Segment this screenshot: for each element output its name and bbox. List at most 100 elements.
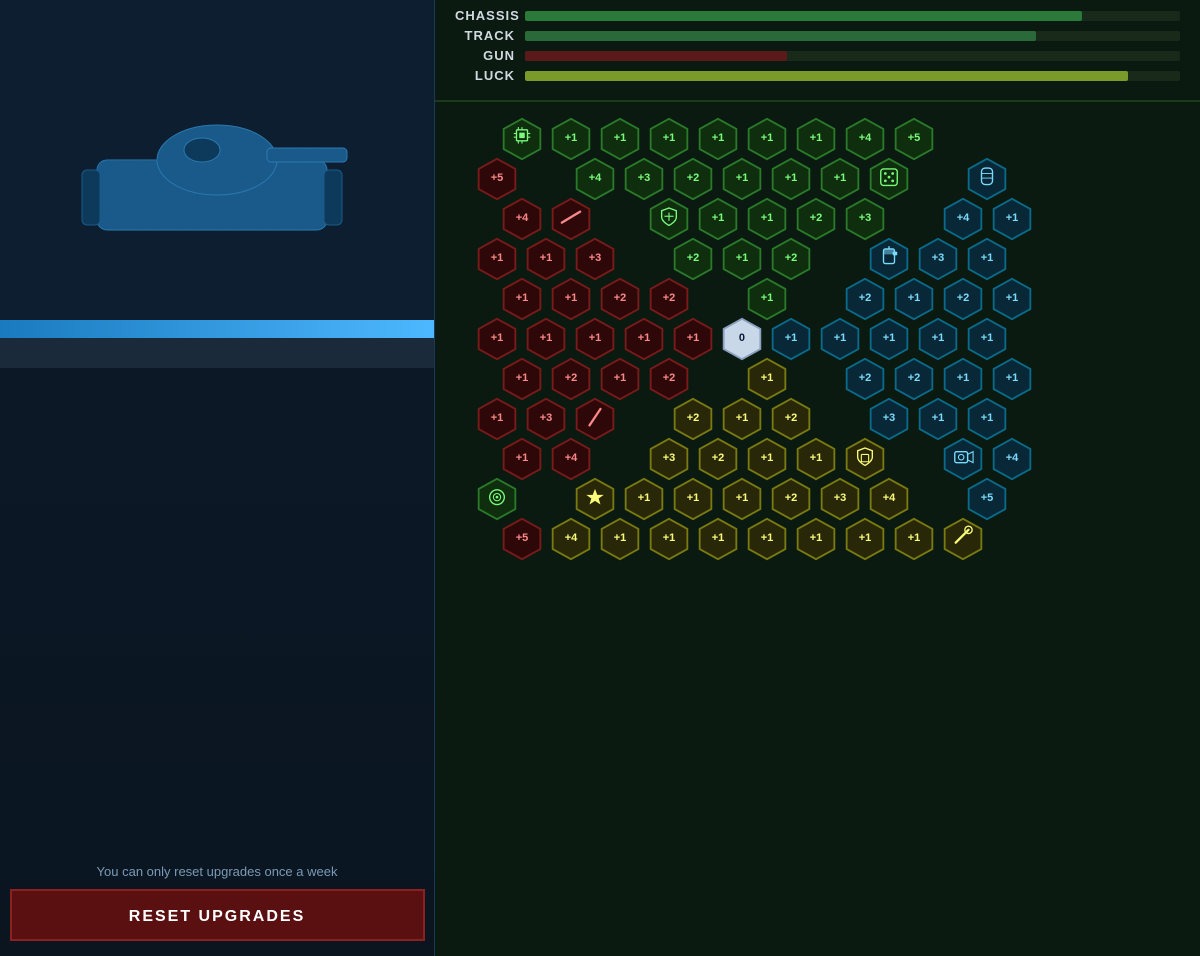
- hex-cell-r1-c6[interactable]: +1: [768, 157, 814, 201]
- hex-cell-r8-c4[interactable]: +3: [646, 437, 692, 481]
- hex-cell-r5-c0[interactable]: +1: [474, 317, 520, 361]
- hex-cell-r2-c6[interactable]: +1: [744, 197, 790, 241]
- hex-cell-r7-c1[interactable]: +3: [523, 397, 569, 441]
- hex-cell-r8-c8[interactable]: [842, 437, 888, 481]
- hex-cell-r6-c2[interactable]: +2: [548, 357, 594, 401]
- hex-cell-r7-c9[interactable]: +1: [915, 397, 961, 441]
- hex-cell-r5-c5[interactable]: 0: [719, 317, 765, 361]
- hex-cell-r1-c3[interactable]: +3: [621, 157, 667, 201]
- hex-cell-r7-c10[interactable]: +1: [964, 397, 1010, 441]
- hex-cell-r2-c4[interactable]: [646, 197, 692, 241]
- hex-cell-r0-c7[interactable]: +1: [793, 117, 839, 161]
- hex-cell-r8-c7[interactable]: +1: [793, 437, 839, 481]
- hex-cell-r9-c7[interactable]: +3: [817, 477, 863, 521]
- hex-cell-r1-c5[interactable]: +1: [719, 157, 765, 201]
- hex-cell-r7-c6[interactable]: +2: [768, 397, 814, 441]
- hex-cell-r3-c1[interactable]: +1: [523, 237, 569, 281]
- hex-cell-r1-c8[interactable]: [866, 157, 912, 201]
- hex-cell-r5-c9[interactable]: +1: [915, 317, 961, 361]
- hex-cell-r3-c9[interactable]: +3: [915, 237, 961, 281]
- hex-cell-r0-c2[interactable]: +1: [548, 117, 594, 161]
- hex-cell-r1-c10[interactable]: [964, 157, 1010, 201]
- hex-cell-r2-c5[interactable]: +1: [695, 197, 741, 241]
- hex-cell-r2-c2[interactable]: [548, 197, 594, 241]
- hex-cell-r6-c3[interactable]: +1: [597, 357, 643, 401]
- hex-cell-r5-c1[interactable]: +1: [523, 317, 569, 361]
- hex-cell-r9-c6[interactable]: +2: [768, 477, 814, 521]
- hex-cell-r7-c2[interactable]: [572, 397, 618, 441]
- hex-cell-r4-c9[interactable]: +1: [891, 277, 937, 321]
- hex-cell-r7-c5[interactable]: +1: [719, 397, 765, 441]
- hex-cell-r4-c1[interactable]: +1: [499, 277, 545, 321]
- hex-cell-r2-c11[interactable]: +1: [989, 197, 1035, 241]
- hex-cell-r4-c4[interactable]: +2: [646, 277, 692, 321]
- hex-cell-r9-c5[interactable]: +1: [719, 477, 765, 521]
- hex-cell-r1-c2[interactable]: +4: [572, 157, 618, 201]
- hex-cell-r10-c1[interactable]: +5: [499, 517, 545, 561]
- hex-cell-r4-c8[interactable]: +2: [842, 277, 888, 321]
- hex-cell-r0-c4[interactable]: +1: [646, 117, 692, 161]
- hex-cell-r5-c3[interactable]: +1: [621, 317, 667, 361]
- hex-cell-r2-c1[interactable]: +4: [499, 197, 545, 241]
- hex-cell-r9-c2[interactable]: [572, 477, 618, 521]
- hex-cell-r6-c6[interactable]: +1: [744, 357, 790, 401]
- hex-cell-r7-c8[interactable]: +3: [866, 397, 912, 441]
- hex-cell-r8-c11[interactable]: +4: [989, 437, 1035, 481]
- hex-cell-r10-c6[interactable]: +1: [744, 517, 790, 561]
- hex-cell-r3-c10[interactable]: +1: [964, 237, 1010, 281]
- hex-cell-r1-c0[interactable]: +5: [474, 157, 520, 201]
- hex-cell-r10-c9[interactable]: +1: [891, 517, 937, 561]
- hex-cell-r4-c3[interactable]: +2: [597, 277, 643, 321]
- hex-cell-r2-c7[interactable]: +2: [793, 197, 839, 241]
- hex-cell-r6-c4[interactable]: +2: [646, 357, 692, 401]
- hex-cell-r6-c8[interactable]: +2: [842, 357, 888, 401]
- hex-cell-r3-c0[interactable]: +1: [474, 237, 520, 281]
- hex-cell-r4-c10[interactable]: +2: [940, 277, 986, 321]
- hex-cell-r8-c5[interactable]: +2: [695, 437, 741, 481]
- hex-cell-r10-c4[interactable]: +1: [646, 517, 692, 561]
- hex-cell-r0-c3[interactable]: +1: [597, 117, 643, 161]
- hex-cell-r2-c10[interactable]: +4: [940, 197, 986, 241]
- hex-cell-r8-c10[interactable]: [940, 437, 986, 481]
- hex-cell-r3-c2[interactable]: +3: [572, 237, 618, 281]
- hex-cell-r10-c10[interactable]: [940, 517, 986, 561]
- hex-cell-r1-c7[interactable]: +1: [817, 157, 863, 201]
- hex-cell-r4-c2[interactable]: +1: [548, 277, 594, 321]
- hex-cell-r4-c6[interactable]: +1: [744, 277, 790, 321]
- hex-cell-r10-c8[interactable]: +1: [842, 517, 888, 561]
- hex-cell-r9-c3[interactable]: +1: [621, 477, 667, 521]
- hex-cell-r7-c4[interactable]: +2: [670, 397, 716, 441]
- hex-cell-r5-c7[interactable]: +1: [817, 317, 863, 361]
- hex-cell-r2-c8[interactable]: +3: [842, 197, 888, 241]
- hex-cell-r8-c6[interactable]: +1: [744, 437, 790, 481]
- hex-cell-r9-c4[interactable]: +1: [670, 477, 716, 521]
- hex-cell-r5-c6[interactable]: +1: [768, 317, 814, 361]
- hex-cell-r1-c4[interactable]: +2: [670, 157, 716, 201]
- hex-cell-r5-c8[interactable]: +1: [866, 317, 912, 361]
- hex-cell-r6-c9[interactable]: +2: [891, 357, 937, 401]
- hex-cell-r3-c5[interactable]: +1: [719, 237, 765, 281]
- hex-cell-r9-c8[interactable]: +4: [866, 477, 912, 521]
- hex-cell-r5-c4[interactable]: +1: [670, 317, 716, 361]
- hex-cell-r6-c11[interactable]: +1: [989, 357, 1035, 401]
- hex-cell-r8-c2[interactable]: +4: [548, 437, 594, 481]
- hex-cell-r5-c2[interactable]: +1: [572, 317, 618, 361]
- hex-cell-r6-c10[interactable]: +1: [940, 357, 986, 401]
- hex-cell-r10-c7[interactable]: +1: [793, 517, 839, 561]
- hex-cell-r0-c9[interactable]: +5: [891, 117, 937, 161]
- reset-upgrades-button[interactable]: RESET UPGRADES: [10, 889, 425, 941]
- hex-cell-r7-c0[interactable]: +1: [474, 397, 520, 441]
- hex-cell-r0-c6[interactable]: +1: [744, 117, 790, 161]
- hex-cell-r9-c10[interactable]: +5: [964, 477, 1010, 521]
- hex-cell-r0-c5[interactable]: +1: [695, 117, 741, 161]
- hex-cell-r10-c3[interactable]: +1: [597, 517, 643, 561]
- hex-cell-r9-c0[interactable]: [474, 477, 520, 521]
- hex-cell-r8-c1[interactable]: +1: [499, 437, 545, 481]
- hex-cell-r0-c8[interactable]: +4: [842, 117, 888, 161]
- hex-cell-r4-c11[interactable]: +1: [989, 277, 1035, 321]
- hex-cell-r0-c1[interactable]: [499, 117, 545, 161]
- hex-cell-r10-c2[interactable]: +4: [548, 517, 594, 561]
- hex-cell-r6-c1[interactable]: +1: [499, 357, 545, 401]
- hex-cell-r3-c4[interactable]: +2: [670, 237, 716, 281]
- hex-cell-r3-c8[interactable]: [866, 237, 912, 281]
